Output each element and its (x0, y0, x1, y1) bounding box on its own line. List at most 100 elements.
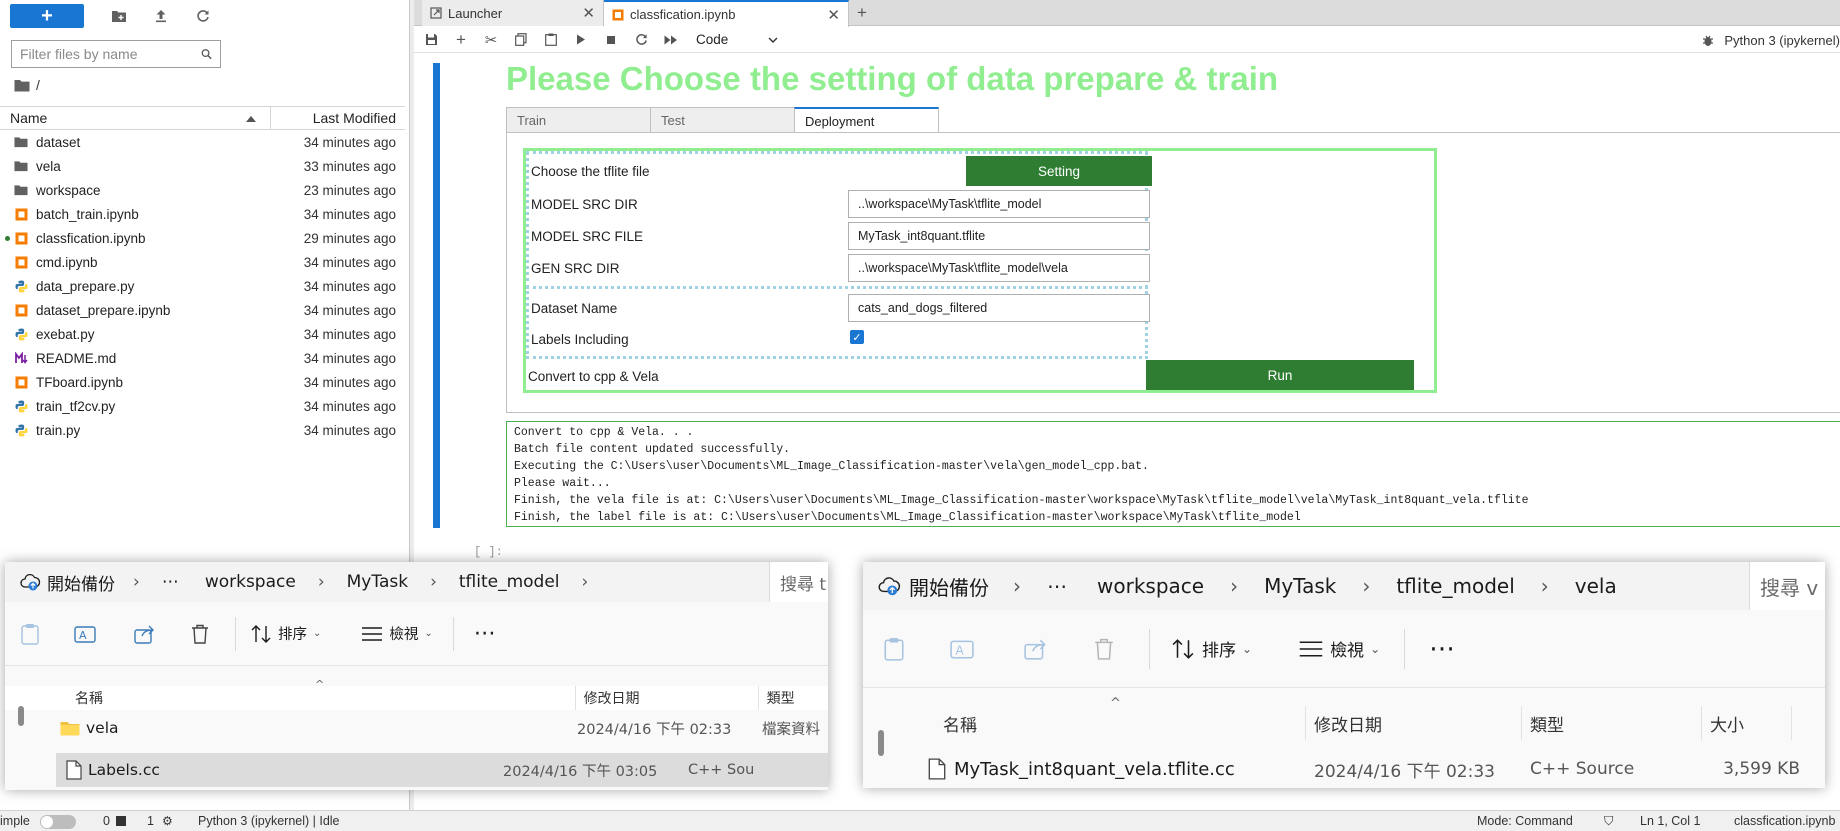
column-modified-header[interactable]: Last Modified (271, 110, 405, 126)
paste-icon[interactable] (536, 28, 566, 52)
delete-icon[interactable] (175, 624, 225, 644)
crumb-workspace[interactable]: workspace (205, 572, 296, 592)
column-type-header[interactable]: 類型 (759, 686, 828, 710)
file-list-item[interactable]: data_prepare.py 34 minutes ago (0, 274, 405, 298)
more-crumbs-icon[interactable]: ⋯ (1047, 574, 1067, 598)
column-name-header[interactable]: Name (0, 107, 271, 129)
crumb-tflite-model[interactable]: tflite_model (459, 572, 560, 592)
crumb-mytask[interactable]: MyTask (1264, 574, 1336, 598)
kernel-status[interactable]: Python 3 (ipykernel) | Idle (198, 814, 340, 828)
paste-icon[interactable] (5, 623, 55, 645)
tab-test[interactable]: Test (650, 107, 795, 132)
close-icon[interactable]: ✕ (582, 4, 595, 22)
list-item[interactable]: vela 2024/4/16 下午 02:33 檔案資料 (5, 713, 828, 743)
rename-icon[interactable]: A (925, 638, 999, 660)
search-field[interactable]: 搜尋 t (769, 562, 828, 602)
column-name-header[interactable]: 名稱 ^ (5, 678, 576, 710)
kernel-indicator[interactable]: Python 3 (ipykernel) (1702, 27, 1840, 53)
close-icon[interactable]: ✕ (827, 6, 840, 24)
file-list-item[interactable]: workspace 23 minutes ago (0, 178, 405, 202)
restart-icon[interactable] (626, 28, 656, 52)
fast-forward-icon[interactable] (656, 28, 686, 52)
model-src-dir-field[interactable]: ..\workspace\MyTask\tflite_model (848, 190, 1150, 218)
rename-icon[interactable]: A (55, 624, 115, 644)
run-icon[interactable] (566, 28, 596, 52)
file-list-item[interactable]: dataset_prepare.ipynb 34 minutes ago (0, 298, 405, 322)
tab-classfication[interactable]: classfication.ipynb ✕ (604, 0, 849, 27)
list-item[interactable]: MyTask_int8quant_vela.tflite.cc 2024/4/1… (863, 752, 1825, 786)
share-icon[interactable] (115, 624, 175, 644)
refresh-icon[interactable] (182, 4, 224, 28)
filter-files-input[interactable] (20, 46, 201, 62)
file-list-item[interactable]: README.md 34 minutes ago (0, 346, 405, 370)
filter-files-field[interactable] (11, 40, 221, 68)
more-crumbs-icon[interactable]: ⋯ (162, 572, 179, 592)
search-field[interactable]: 搜尋 v (1749, 562, 1825, 610)
copy-icon[interactable] (506, 28, 536, 52)
crumb-workspace[interactable]: workspace (1097, 574, 1204, 598)
setting-button[interactable]: Setting (966, 156, 1152, 186)
svg-text:A: A (79, 629, 87, 642)
column-size-header[interactable]: 大小 (1702, 706, 1792, 740)
list-item[interactable]: Labels.cc 2024/4/16 下午 03:05 C++ Sou (56, 753, 828, 787)
model-src-file-field[interactable]: MyTask_int8quant.tflite (848, 222, 1150, 250)
insert-cell-icon[interactable]: + (446, 28, 476, 52)
new-launcher-button[interactable]: + (10, 4, 84, 28)
backup-label[interactable]: 開始備份 (909, 572, 989, 601)
run-button[interactable]: Run (1146, 360, 1414, 390)
document-tab-bar: Launcher ✕ classfication.ipynb ✕ + (414, 0, 1840, 27)
share-icon[interactable] (999, 638, 1073, 660)
file-list-item[interactable]: train.py 34 minutes ago (0, 418, 405, 442)
column-name-header[interactable]: 名稱 ^ (863, 696, 1306, 740)
view-button[interactable]: 檢視 ⌄ (361, 623, 433, 644)
more-options-icon[interactable]: ⋯ (1429, 634, 1455, 664)
column-type-header[interactable]: 類型 (1522, 706, 1702, 740)
upload-icon[interactable] (140, 4, 182, 28)
crumb-vela[interactable]: vela (1575, 574, 1617, 598)
folder-icon (14, 135, 28, 149)
column-date-header[interactable]: 修改日期 (1306, 706, 1522, 740)
crumb-tflite-model[interactable]: tflite_model (1396, 574, 1514, 598)
file-list-item[interactable]: vela 33 minutes ago (0, 154, 405, 178)
output-line: Finish, the label file is at: C:\Users\u… (514, 511, 1301, 524)
simple-mode-toggle[interactable] (40, 815, 76, 829)
folder-icon[interactable] (14, 79, 30, 92)
sort-button[interactable]: 排序 ⌄ (250, 623, 321, 644)
cloud-backup-icon[interactable] (19, 572, 41, 592)
file-list-item[interactable]: train_tf2cv.py 34 minutes ago (0, 394, 405, 418)
mode-indicator[interactable]: Mode: Command (1477, 814, 1573, 828)
cut-icon[interactable]: ✂ (476, 28, 506, 52)
breadcrumb-path[interactable]: / (36, 77, 40, 93)
column-date-header[interactable]: 修改日期 (576, 686, 759, 710)
labels-including-checkbox[interactable]: ✓ (850, 330, 864, 344)
view-button[interactable]: 檢視 ⌄ (1298, 636, 1380, 661)
file-list-item[interactable]: TFboard.ipynb 34 minutes ago (0, 370, 405, 394)
gen-src-dir-field[interactable]: ..\workspace\MyTask\tflite_model\vela (848, 254, 1150, 282)
terminal-icon[interactable] (116, 816, 126, 826)
crumb-mytask[interactable]: MyTask (347, 572, 408, 592)
dataset-name-field[interactable]: cats_and_dogs_filtered (848, 294, 1150, 322)
tab-train[interactable]: Train (506, 107, 651, 132)
kernel-icon[interactable]: ⚙ (162, 814, 173, 828)
file-list-item[interactable]: batch_train.ipynb 34 minutes ago (0, 202, 405, 226)
paste-icon[interactable] (863, 637, 925, 661)
file-list-item[interactable]: dataset 34 minutes ago (0, 130, 405, 154)
add-tab-icon[interactable]: + (851, 2, 873, 24)
debugger-bug-icon[interactable] (1702, 34, 1714, 47)
file-list-item[interactable]: cmd.ipynb 34 minutes ago (0, 250, 405, 274)
more-options-icon[interactable]: ⋯ (474, 621, 496, 646)
shield-icon[interactable]: ⛉ (1604, 814, 1613, 829)
delete-icon[interactable] (1073, 638, 1135, 660)
sort-button[interactable]: 排序 ⌄ (1170, 636, 1252, 661)
cloud-backup-icon[interactable] (877, 575, 901, 597)
file-list-item[interactable]: exebat.py 34 minutes ago (0, 322, 405, 346)
file-list-item[interactable]: classfication.ipynb 29 minutes ago (0, 226, 405, 250)
backup-label[interactable]: 開始備份 (47, 570, 115, 595)
cell-type-select[interactable]: Code (696, 32, 778, 47)
stop-icon[interactable] (596, 28, 626, 52)
cursor-position[interactable]: Ln 1, Col 1 (1640, 814, 1700, 828)
new-folder-icon[interactable] (98, 4, 140, 28)
tab-launcher[interactable]: Launcher ✕ (422, 0, 604, 26)
save-icon[interactable] (416, 28, 446, 52)
tab-deployment[interactable]: Deployment (794, 107, 939, 133)
